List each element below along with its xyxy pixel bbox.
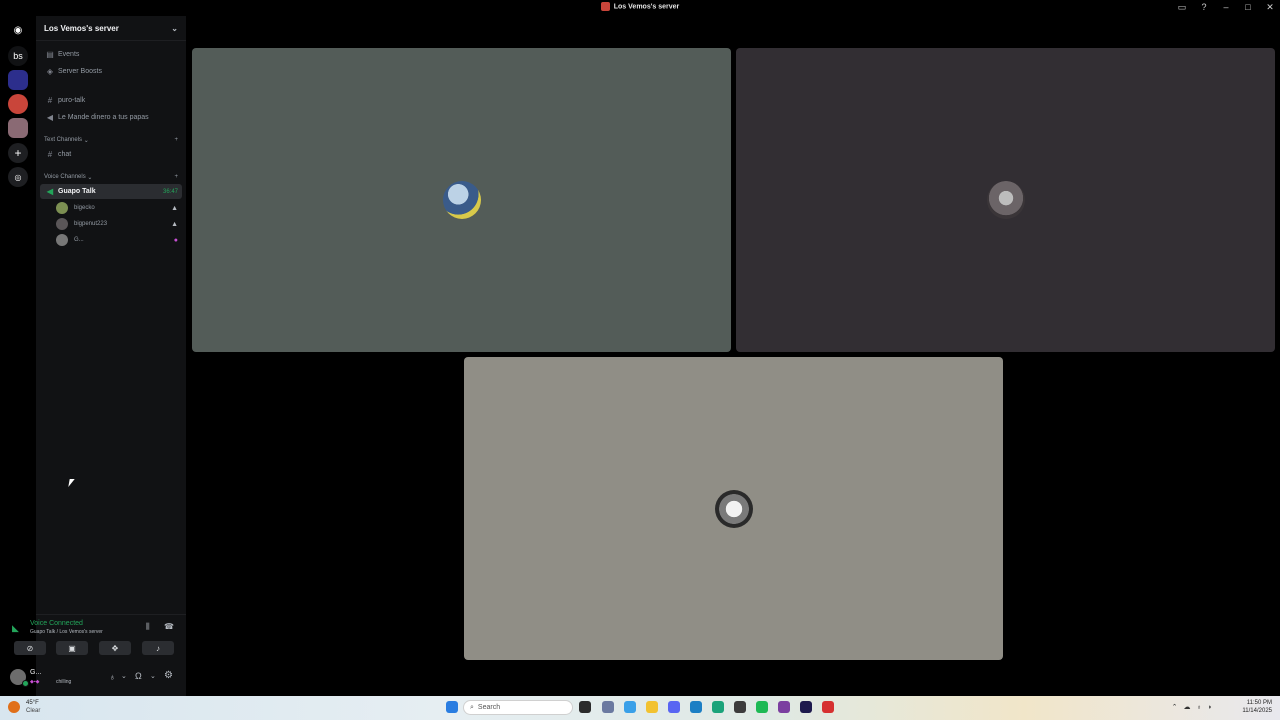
server-icon-bs[interactable]: bs [8,46,28,66]
streaming-icon: ▲ [171,204,178,212]
add-channel-icon[interactable]: + [174,137,178,144]
chevron-down-icon[interactable]: ⌄ [150,672,156,680]
add-channel-icon[interactable]: + [174,174,178,181]
premiere-icon[interactable] [800,701,812,713]
weather-desc: Clear [26,708,41,714]
spotify-icon[interactable] [756,701,768,713]
search-icon: ⌕ [470,703,474,711]
activity-icon: ● [173,236,178,244]
voice-status-block: ◣ Voice Connected Guapo Talk / Los Vemos… [8,620,186,660]
microphone-icon[interactable]: ♁ [109,672,116,682]
file-explorer-icon[interactable] [646,701,658,713]
taskbar-search[interactable]: ⌕ Search [463,700,573,715]
speaker-icon: ◀ [46,113,54,122]
server-icon [600,2,610,11]
voice-status-text: Voice Connected [30,620,83,627]
chevron-down-icon: ⌄ [171,23,178,33]
server-icon-active[interactable] [8,94,28,114]
window-title: Los Vemos's server [0,2,1280,11]
discord-app-icon[interactable] [668,701,680,713]
channel-puro-talk[interactable]: # puro-talk [40,93,182,108]
category-voice-channels[interactable]: Voice Channels ⌄ + [44,174,178,181]
sidebar-item-server-boosts[interactable]: ◈ Server Boosts [40,64,182,79]
screen-share-button[interactable]: ▣ [56,641,88,655]
weather-icon[interactable] [8,701,20,713]
avatar [986,181,1025,219]
avatar [714,489,753,528]
hash-icon: # [47,150,53,159]
camera-off-icon: ⊘ [26,643,34,653]
soundboard-button[interactable]: ♪ [142,641,174,655]
settings-gear-icon[interactable]: ⚙ [164,670,173,681]
close-button[interactable]: ✕ [1264,2,1276,13]
voice-member[interactable]: G... ● [56,233,178,247]
task-view-icon[interactable] [579,701,591,713]
avatar [442,181,481,219]
avatar [56,234,68,246]
settings-app-icon[interactable] [602,701,614,713]
calendar-icon: ▤ [46,50,54,59]
avatar [56,218,68,230]
streaming-icon: ▲ [171,220,178,228]
server-icon[interactable] [8,118,28,138]
inbox-icon[interactable]: ▭ [1176,2,1188,13]
online-status-icon [22,680,29,687]
server-rail: ◉ bs + ◎ [0,16,36,696]
camera-button[interactable]: ⊘ [14,641,46,655]
start-button[interactable] [446,701,458,713]
add-server-icon[interactable]: + [8,143,28,163]
server-icon[interactable] [8,70,28,90]
voice-channel-guapo-talk[interactable]: ◀ Guapo Talk 36:47 [40,184,182,199]
activities-button[interactable]: ✥ [99,641,131,655]
channel-le-mande[interactable]: ◀ Le Mande dinero a tus papas [40,110,182,125]
discord-home-icon[interactable]: ◉ [8,20,28,40]
signal-icon: ◣ [12,623,19,633]
sidebar-item-events[interactable]: ▤ Events [40,47,182,62]
channel-chat[interactable]: # chat [40,147,182,162]
speaker-icon: ◀ [46,187,54,196]
username: G... [30,669,42,676]
voice-member[interactable]: bigecko ▲ [56,201,178,215]
system-tray-icons[interactable]: ⌃☁♁◗ [1172,703,1218,711]
user-status-text: chilling [56,679,72,685]
screen-share-icon: ▣ [68,643,76,653]
edge-icon[interactable] [712,701,724,713]
windows-taskbar: 45°F Clear ⌕ Search ⌃☁♁◗ 11:50 PM 11/14/… [0,696,1280,720]
headphones-icon[interactable]: Ω [135,671,142,681]
app-icon[interactable] [778,701,790,713]
window-controls: ▭ ? – □ ✕ [1176,2,1276,13]
maximize-button[interactable]: □ [1242,2,1254,13]
weather-temp: 45°F [26,700,39,706]
server-header[interactable]: Los Vemos's server ⌄ [36,16,186,41]
store-icon[interactable] [690,701,702,713]
help-icon[interactable]: ? [1198,2,1210,13]
voice-tile-bigpenut223[interactable] [736,48,1275,352]
game-activity-icon: ◆▪◆ [30,679,40,685]
boost-icon: ◈ [46,67,54,76]
voice-tile-bigecko[interactable] [192,48,731,352]
category-text-channels[interactable]: Text Channels ⌄ + [44,137,178,144]
voice-timer: 36:47 [162,188,178,195]
voice-member[interactable]: bigpenut223 ▲ [56,217,178,231]
voice-location-text[interactable]: Guapo Talk / Los Vemos's server [30,629,103,635]
copilot-icon[interactable] [624,701,636,713]
user-panel: G... chilling ◆▪◆ ♁ ⌄ Ω ⌄ ⚙ [8,667,186,689]
avatar [56,202,68,214]
voice-tile-user[interactable] [464,357,1003,660]
discover-icon[interactable]: ◎ [8,167,28,187]
channel-sidebar: Los Vemos's server ⌄ ▤ Events ◈ Server B… [36,16,186,696]
noise-suppression-icon[interactable]: ⫼ [146,622,150,632]
disconnect-icon[interactable]: ☎ [164,622,174,631]
activities-icon: ✥ [111,643,119,653]
chevron-down-icon[interactable]: ⌄ [121,672,127,680]
hash-icon: # [47,96,53,105]
app-icon[interactable] [822,701,834,713]
title-bar: Los Vemos's server ▭ ? – □ ✕ [0,0,1280,16]
soundboard-icon: ♪ [156,643,160,653]
minimize-button[interactable]: – [1220,2,1232,13]
app-icon[interactable] [734,701,746,713]
clock[interactable]: 11:50 PM 11/14/2025 [1242,699,1272,715]
